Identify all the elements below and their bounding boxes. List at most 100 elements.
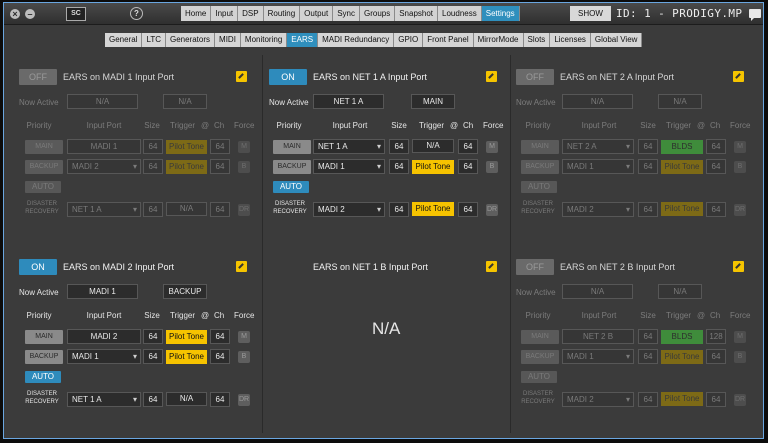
auto-button[interactable]: AUTO (25, 181, 61, 193)
on-off-button[interactable]: ON (19, 259, 57, 275)
main-trigger[interactable]: N/A (412, 139, 454, 153)
sc-button[interactable]: SC (66, 7, 86, 21)
tab-madi-redundancy[interactable]: MADI Redundancy (318, 33, 395, 47)
close-icon[interactable]: × (10, 9, 20, 19)
backup-input-port[interactable]: MADI 1 (67, 349, 141, 364)
tab-slots[interactable]: Slots (523, 33, 551, 47)
main-input-port[interactable]: NET 1 A (313, 139, 385, 154)
main-priority[interactable]: MAIN (25, 330, 63, 344)
tab-midi[interactable]: MIDI (215, 33, 241, 47)
dr-input-port[interactable]: MADI 2 (562, 202, 634, 217)
tab-mirrormode[interactable]: MirrorMode (473, 33, 524, 47)
tab-ears[interactable]: EARS (287, 33, 319, 47)
menu-home[interactable]: Home (181, 6, 212, 21)
force-main-button[interactable]: M (238, 331, 250, 343)
main-trigger[interactable]: Pilot Tone (166, 330, 207, 344)
auto-button[interactable]: AUTO (521, 181, 557, 193)
backup-trigger[interactable]: Pilot Tone (661, 350, 703, 364)
force-main-button[interactable]: M (486, 141, 498, 153)
tab-licenses[interactable]: Licenses (550, 33, 591, 47)
backup-trigger[interactable]: Pilot Tone (166, 160, 207, 174)
backup-priority[interactable]: BACKUP (521, 160, 559, 174)
force-dr-button[interactable]: DR (734, 204, 746, 216)
backup-priority[interactable]: BACKUP (25, 160, 63, 174)
edit-icon[interactable] (733, 71, 744, 82)
tab-gpio[interactable]: GPIO (394, 33, 424, 47)
tab-ltc[interactable]: LTC (142, 33, 166, 47)
menu-snapshot[interactable]: Snapshot (395, 6, 439, 21)
menu-output[interactable]: Output (300, 6, 334, 21)
main-priority[interactable]: MAIN (25, 140, 63, 154)
on-off-button[interactable]: OFF (516, 259, 554, 275)
dr-input-port[interactable]: MADI 2 (562, 392, 634, 407)
auto-button[interactable]: AUTO (25, 371, 61, 383)
tab-monitoring[interactable]: Monitoring (240, 33, 288, 47)
main-ch: 64 (458, 139, 478, 154)
show-button[interactable]: SHOW (570, 6, 611, 21)
tab-generators[interactable]: Generators (166, 33, 216, 47)
dr-trigger[interactable]: Pilot Tone (412, 202, 454, 216)
main-priority[interactable]: MAIN (521, 140, 559, 154)
force-backup-button[interactable]: B (734, 351, 746, 363)
edit-icon[interactable] (236, 71, 247, 82)
force-dr-button[interactable]: DR (238, 204, 250, 216)
minimize-icon[interactable]: – (25, 9, 35, 19)
force-main-button[interactable]: M (734, 141, 746, 153)
backup-trigger[interactable]: Pilot Tone (412, 160, 454, 174)
on-off-button[interactable]: OFF (516, 69, 554, 85)
edit-icon[interactable] (486, 71, 497, 82)
backup-input-port[interactable]: MADI 1 (313, 159, 385, 174)
force-dr-button[interactable]: DR (734, 394, 746, 406)
backup-trigger[interactable]: Pilot Tone (166, 350, 207, 364)
auto-button[interactable]: AUTO (273, 181, 309, 193)
dr-input-port[interactable]: NET 1 A (67, 202, 141, 217)
on-off-button[interactable]: ON (269, 69, 307, 85)
force-backup-button[interactable]: B (734, 161, 746, 173)
device-id: ID: 1 - PRODIGY.MP (616, 7, 743, 20)
menu-groups[interactable]: Groups (359, 6, 396, 21)
auto-button[interactable]: AUTO (521, 371, 557, 383)
help-icon[interactable]: ? (130, 7, 143, 20)
force-backup-button[interactable]: B (238, 161, 250, 173)
force-main-button[interactable]: M (734, 331, 746, 343)
tab-front-panel[interactable]: Front Panel (423, 33, 474, 47)
dr-trigger[interactable]: Pilot Tone (661, 392, 703, 406)
force-dr-button[interactable]: DR (238, 394, 250, 406)
backup-trigger[interactable]: Pilot Tone (661, 160, 703, 174)
force-main-button[interactable]: M (238, 141, 250, 153)
backup-input-port[interactable]: MADI 2 (67, 159, 141, 174)
tab-global-view[interactable]: Global View (590, 33, 643, 47)
edit-icon[interactable] (236, 261, 247, 272)
main-trigger[interactable]: BLDS (661, 140, 703, 154)
menu-sync[interactable]: Sync (333, 6, 360, 21)
edit-icon[interactable] (486, 261, 497, 272)
backup-priority[interactable]: BACKUP (25, 350, 63, 364)
tab-general[interactable]: General (105, 33, 143, 47)
dr-input-port[interactable]: MADI 2 (313, 202, 385, 217)
main-input-port: MADI 1 (67, 139, 141, 154)
backup-priority[interactable]: BACKUP (521, 350, 559, 364)
menu-loudness[interactable]: Loudness (438, 6, 482, 21)
dr-trigger[interactable]: N/A (166, 202, 207, 216)
main-trigger[interactable]: BLDS (661, 330, 703, 344)
menu-settings[interactable]: Settings (481, 6, 520, 21)
force-dr-button[interactable]: DR (486, 204, 498, 216)
menu-input[interactable]: Input (211, 6, 239, 21)
menu-dsp[interactable]: DSP (238, 6, 264, 21)
main-input-port[interactable]: NET 2 A (562, 139, 634, 154)
force-backup-button[interactable]: B (238, 351, 250, 363)
menu-routing[interactable]: Routing (263, 6, 301, 21)
message-icon[interactable] (749, 9, 761, 21)
dr-trigger[interactable]: N/A (166, 392, 207, 406)
on-off-button[interactable]: OFF (19, 69, 57, 85)
main-priority[interactable]: MAIN (273, 140, 311, 154)
backup-input-port[interactable]: MADI 1 (562, 349, 634, 364)
backup-priority[interactable]: BACKUP (273, 160, 311, 174)
force-backup-button[interactable]: B (486, 161, 498, 173)
main-priority[interactable]: MAIN (521, 330, 559, 344)
backup-input-port[interactable]: MADI 1 (562, 159, 634, 174)
edit-icon[interactable] (733, 261, 744, 272)
dr-trigger[interactable]: Pilot Tone (661, 202, 703, 216)
dr-input-port[interactable]: NET 1 A (67, 392, 141, 407)
main-trigger[interactable]: Pilot Tone (166, 140, 207, 154)
